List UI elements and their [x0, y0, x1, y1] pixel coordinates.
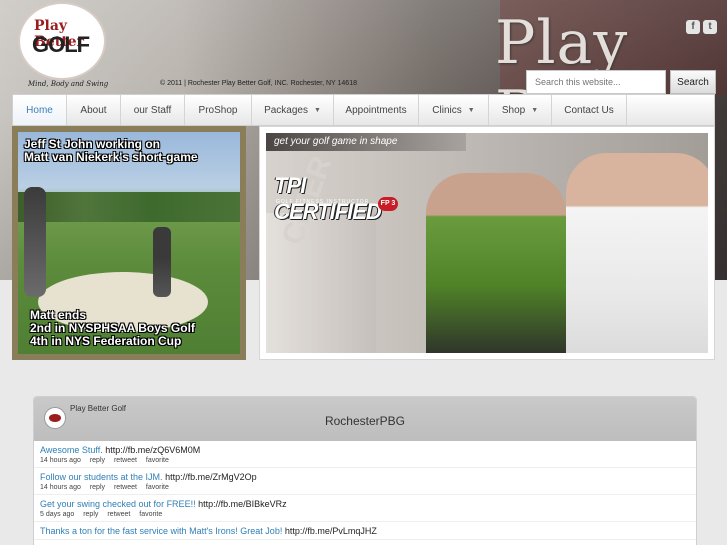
chevron-down-icon: ▼ [531, 106, 539, 114]
main-navigation: Home About our Staff ProShop Packages ▼ … [12, 94, 715, 126]
banner-photo: Jeff St John working on Matt van Niekerk… [18, 132, 240, 354]
nav-item-about[interactable]: About [67, 95, 121, 125]
retweet-link[interactable]: retweet [114, 484, 137, 491]
nav-item-label: our Staff [133, 104, 172, 116]
tweet-url[interactable]: http://fb.me/PvLmqJHZ [285, 526, 377, 536]
nav-item-label: Clinics [432, 104, 462, 116]
nav-item-label: Contact Us [564, 104, 614, 116]
tweet-time[interactable]: 5 days ago [40, 511, 74, 518]
tweet-lead-link[interactable]: Follow our students at the IJM. [40, 472, 163, 482]
coach-figure [24, 187, 46, 297]
retweet-link[interactable]: retweet [107, 511, 130, 518]
slideshow-banner[interactable]: CIVER get your golf game in shape TPI CE… [259, 126, 715, 360]
nav-item-label: Shop [501, 104, 526, 116]
nav-item-appointments[interactable]: Appointments [334, 95, 419, 125]
search-input[interactable] [526, 70, 666, 94]
tweet-time[interactable]: 14 hours ago [40, 484, 81, 491]
nav-item-home[interactable]: Home [13, 95, 67, 125]
tweet-time[interactable]: 14 hours ago [40, 457, 81, 464]
favorite-link[interactable]: favorite [146, 457, 169, 464]
facebook-icon[interactable]: f [686, 20, 700, 34]
logo-text-golf: GOLF [32, 32, 90, 57]
slideshow-header: get your golf game in shape [266, 133, 466, 151]
twitter-brand: Play Better Golf [70, 404, 127, 413]
slideshow-photo: CIVER get your golf game in shape TPI CE… [266, 133, 708, 353]
tweet-item: Thanks a ton for the fast service with M… [34, 522, 696, 540]
nav-item-label: About [80, 104, 107, 116]
twitter-feed-header: Play Better Golf RochesterPBG [34, 397, 696, 441]
trainer-figure [426, 173, 566, 353]
tweet-lead-link[interactable]: Get your swing checked out for FREE!! [40, 499, 196, 509]
nav-item-proshop[interactable]: ProShop [185, 95, 252, 125]
copyright-text: © 2011 | Rochester Play Better Golf, INC… [160, 80, 357, 87]
nav-item-packages[interactable]: Packages ▼ [252, 95, 334, 125]
twitter-handle[interactable]: RochesterPBG [34, 414, 696, 428]
twitter-feed: Play Better Golf RochesterPBG Awesome St… [33, 396, 697, 545]
tweet-url[interactable]: http://fb.me/ZrMgV2Op [165, 472, 257, 482]
reply-link[interactable]: reply [83, 511, 98, 518]
retweet-link[interactable]: retweet [114, 457, 137, 464]
search-button[interactable]: Search [670, 70, 716, 94]
nav-item-label: ProShop [198, 104, 238, 116]
nav-item-contact-us[interactable]: Contact Us [552, 95, 627, 125]
tweet-item: Awesome Stuff. http://fb.me/zQ6V6M0M 14 … [34, 441, 696, 468]
tagline: Mind, Body and Swing [28, 80, 109, 88]
nav-item-shop[interactable]: Shop ▼ [489, 95, 552, 125]
tweet-lead-link[interactable]: Awesome Stuff. [40, 445, 103, 455]
banner-title-line: Matt van Niekerk's short-game [24, 150, 198, 164]
tpi-certified-logo: TPI CERTIFIED GOLF FITNESS INSTRUCTOR FP… [274, 169, 406, 224]
tree-line [18, 192, 240, 222]
reply-link[interactable]: reply [90, 484, 105, 491]
banner-title: Jeff St John working on Matt van Niekerk… [24, 138, 198, 164]
twitter-icon[interactable]: t [703, 20, 717, 34]
nav-item-label: Appointments [345, 104, 407, 116]
tweet-url[interactable]: http://fb.me/zQ6V6M0M [105, 445, 200, 455]
banner-caption: Matt ends 2nd in NYSPHSAA Boys Golf 4th … [30, 309, 195, 348]
golfer-figure [153, 227, 171, 297]
nav-item-clinics[interactable]: Clinics ▼ [419, 95, 489, 125]
chevron-down-icon: ▼ [467, 106, 475, 114]
nav-item-label: Home [26, 104, 53, 116]
reply-link[interactable]: reply [90, 457, 105, 464]
favorite-link[interactable]: favorite [139, 511, 162, 518]
tpi-level-badge: FP 3 [378, 197, 398, 211]
tweet-item: Follow our students at the IJM. http://f… [34, 468, 696, 495]
student-figure [566, 153, 708, 353]
tweet-item: Get your swing checked out for FREE!! ht… [34, 495, 696, 522]
featured-banner-golf[interactable]: Jeff St John working on Matt van Niekerk… [12, 126, 246, 360]
banner-caption-line: 4th in NYS Federation Cup [30, 334, 182, 348]
favorite-link[interactable]: favorite [146, 484, 169, 491]
tweet-url[interactable]: http://fb.me/BIBkeVRz [198, 499, 287, 509]
chevron-down-icon: ▼ [313, 106, 321, 114]
tweet-lead-link[interactable]: Thanks a ton for the fast service with M… [40, 526, 282, 536]
tpi-logo-subtitle: GOLF FITNESS INSTRUCTOR [276, 199, 370, 205]
nav-item-our-staff[interactable]: our Staff [121, 95, 185, 125]
nav-item-label: Packages [264, 104, 308, 116]
site-logo[interactable]: Play Better GOLF [18, 2, 106, 80]
